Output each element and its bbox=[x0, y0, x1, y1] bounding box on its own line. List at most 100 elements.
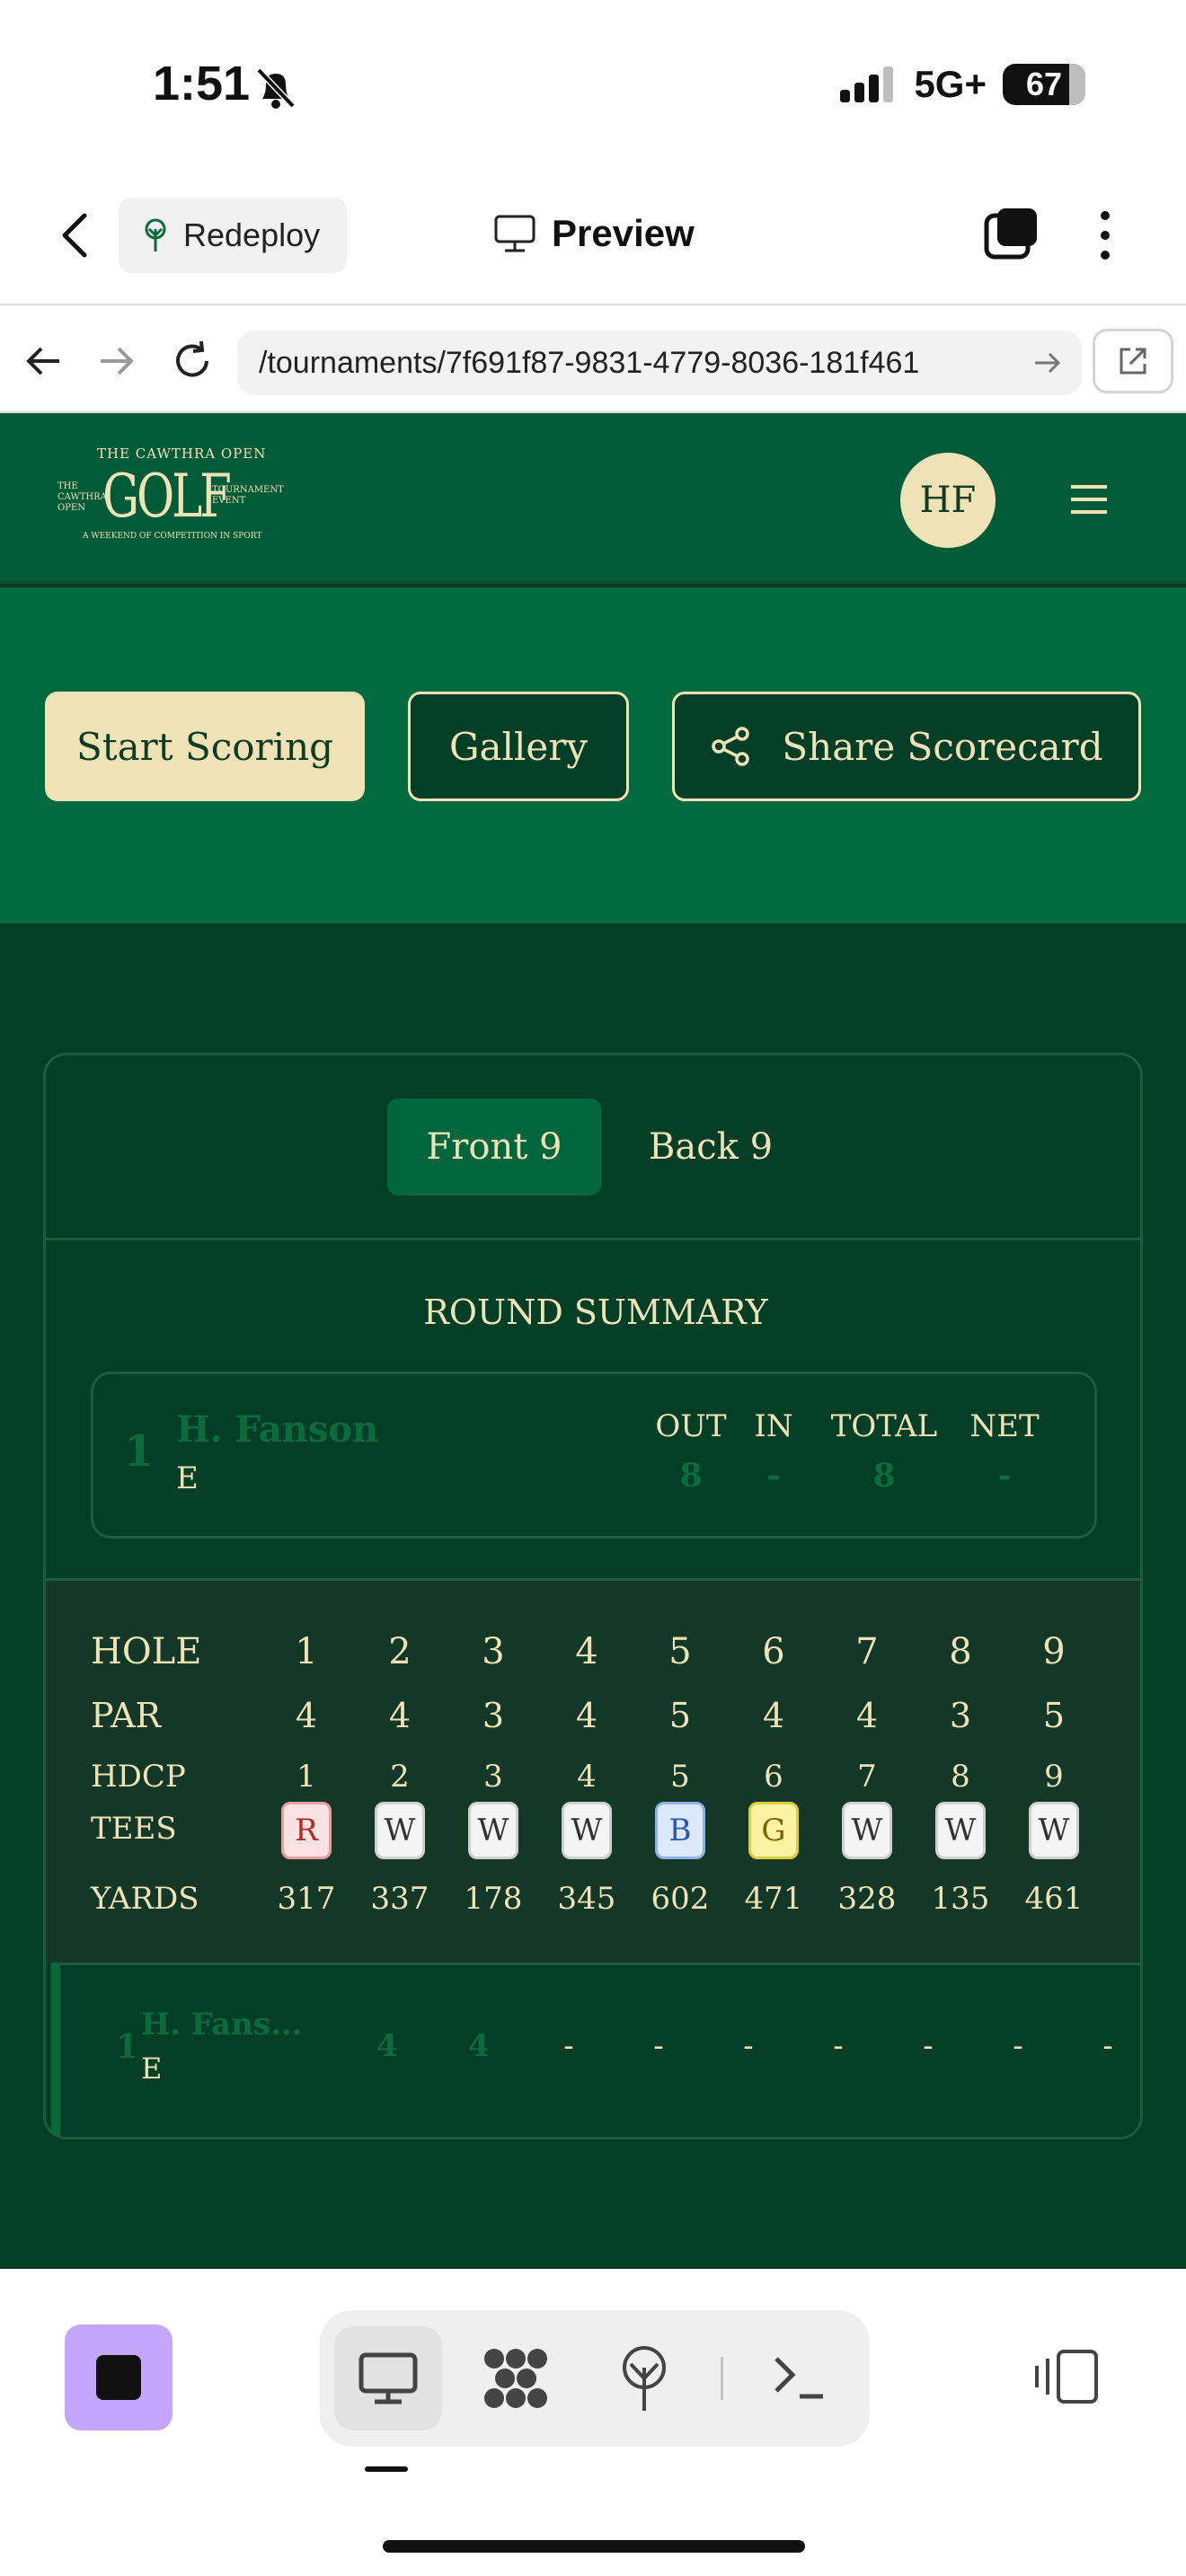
yards-value: 337 bbox=[370, 1881, 429, 1917]
hole-score-cell[interactable]: - bbox=[1072, 2028, 1140, 2064]
arrow-right-icon[interactable] bbox=[97, 341, 137, 381]
tee-badge: W bbox=[842, 1802, 892, 1859]
gallery-label: Gallery bbox=[448, 724, 589, 769]
stop-button[interactable] bbox=[65, 2325, 173, 2430]
hole-number: 9 bbox=[1042, 1631, 1066, 1672]
tournament-logo[interactable]: THE CAWTHRA OPEN THE CAWTHRA OPEN GOLF T… bbox=[58, 446, 284, 553]
hdcp-value: 7 bbox=[857, 1759, 877, 1795]
hole-number: 2 bbox=[388, 1631, 412, 1672]
tab-front-9[interactable]: Front 9 bbox=[387, 1098, 601, 1195]
tee-badge: W bbox=[1029, 1802, 1079, 1859]
hole-number: 7 bbox=[855, 1631, 879, 1672]
redeploy-label: Redeploy bbox=[183, 216, 321, 253]
summary-value-net: - bbox=[997, 1457, 1012, 1495]
par-value: 5 bbox=[1042, 1696, 1066, 1735]
hole-number: 6 bbox=[762, 1631, 785, 1672]
hole-score-cell[interactable]: - bbox=[712, 2028, 784, 2064]
bottom-toolbar bbox=[0, 2269, 1186, 2576]
browser-toolbar: /tournaments/7f691f87-9831-4779-8036-181… bbox=[0, 304, 1186, 413]
open-external-button[interactable] bbox=[1093, 329, 1173, 393]
summary-value-out: 8 bbox=[679, 1457, 703, 1495]
par-value: 3 bbox=[482, 1696, 505, 1735]
par-value: 4 bbox=[388, 1696, 412, 1735]
summary-header-net: NET bbox=[969, 1408, 1040, 1444]
yards-value: 317 bbox=[277, 1881, 336, 1917]
hole-score-cell[interactable]: 4 bbox=[351, 2028, 423, 2064]
tee-badge: W bbox=[935, 1802, 986, 1859]
nine-tabs: Front 9 Back 9 bbox=[46, 1055, 1140, 1240]
tab-back-9[interactable]: Back 9 bbox=[621, 1098, 801, 1195]
avatar-initials: HF bbox=[919, 480, 977, 521]
par-value: 4 bbox=[762, 1696, 785, 1735]
desktop-icon bbox=[358, 2352, 418, 2404]
tee-badge: W bbox=[562, 1802, 612, 1859]
back-chevron-icon[interactable] bbox=[59, 212, 92, 259]
terminal-icon[interactable] bbox=[771, 2351, 827, 2404]
hamburger-icon[interactable] bbox=[1071, 485, 1107, 514]
url-text: /tournaments/7f691f87-9831-4779-8036-181… bbox=[259, 345, 920, 380]
preview-label: Preview bbox=[552, 212, 695, 254]
hole-score-cell[interactable]: - bbox=[892, 2028, 964, 2064]
hole-number: 8 bbox=[949, 1631, 972, 1672]
summary-player-name: H. Fanson bbox=[176, 1408, 379, 1451]
hdcp-value: 6 bbox=[764, 1759, 783, 1795]
site-header: THE CAWTHRA OPEN THE CAWTHRA OPEN GOLF T… bbox=[0, 413, 1186, 584]
tree-icon bbox=[145, 218, 166, 251]
share-scorecard-button[interactable]: Share Scorecard bbox=[672, 692, 1141, 801]
yards-value: 461 bbox=[1024, 1881, 1084, 1917]
reload-icon[interactable] bbox=[171, 340, 214, 383]
player-row-to-par: E bbox=[141, 2051, 163, 2086]
tee-badge: W bbox=[375, 1802, 425, 1859]
summary-header-in: IN bbox=[754, 1408, 793, 1444]
tee-badge: W bbox=[468, 1802, 518, 1859]
row-label-par: PAR bbox=[91, 1696, 162, 1735]
tabs-icon[interactable] bbox=[983, 207, 1039, 262]
tournament-page: THE CAWTHRA OPEN THE CAWTHRA OPEN GOLF T… bbox=[0, 413, 1186, 2269]
battery-icon: 67 bbox=[1003, 64, 1085, 105]
hole-score-cell[interactable]: - bbox=[533, 2028, 605, 2064]
user-avatar[interactable]: HF bbox=[900, 453, 996, 548]
gallery-button[interactable]: Gallery bbox=[408, 692, 629, 801]
tee-badge: B bbox=[655, 1802, 705, 1859]
scorecard-card: Front 9 Back 9 ROUND SUMMARY 1 H. Fanson… bbox=[43, 1053, 1143, 2139]
status-indicators: 5G+ 67 bbox=[840, 63, 1085, 106]
hdcp-value: 4 bbox=[577, 1759, 597, 1795]
logo-top-text: THE CAWTHRA OPEN bbox=[97, 446, 267, 462]
logo-main-text: GOLF bbox=[102, 462, 232, 531]
mode-switcher bbox=[320, 2310, 870, 2447]
hdcp-value: 8 bbox=[951, 1759, 970, 1795]
panel-icon[interactable] bbox=[1033, 2348, 1100, 2405]
hole-score-cell[interactable]: - bbox=[982, 2028, 1054, 2064]
par-value: 3 bbox=[949, 1696, 972, 1735]
desktop-mode-button[interactable] bbox=[334, 2326, 442, 2430]
hole-score-cell[interactable]: - bbox=[623, 2028, 695, 2064]
row-label-yards: YARDS bbox=[91, 1881, 199, 1917]
arrow-left-icon[interactable] bbox=[23, 341, 63, 381]
more-vertical-icon[interactable] bbox=[1094, 208, 1116, 262]
player-score-row[interactable]: 1 H. Fans... E 44------- bbox=[51, 1963, 1140, 2137]
summary-header-total: TOTAL bbox=[830, 1408, 938, 1444]
tee-badge: G bbox=[748, 1802, 799, 1859]
url-field[interactable]: /tournaments/7f691f87-9831-4779-8036-181… bbox=[237, 331, 1082, 395]
hdcp-value: 2 bbox=[390, 1759, 410, 1795]
tee-badge: R bbox=[281, 1802, 332, 1859]
apps-icon[interactable] bbox=[482, 2346, 550, 2411]
go-arrow-icon[interactable] bbox=[1031, 347, 1064, 379]
summary-value-in: - bbox=[766, 1457, 781, 1495]
hole-number: 5 bbox=[668, 1631, 692, 1672]
par-value: 4 bbox=[855, 1696, 879, 1735]
yards-value: 602 bbox=[651, 1881, 710, 1917]
redeploy-button[interactable]: Redeploy bbox=[119, 198, 347, 273]
summary-to-par: E bbox=[176, 1460, 199, 1496]
hole-score-cell[interactable]: - bbox=[802, 2028, 874, 2064]
summary-value-total: 8 bbox=[872, 1457, 896, 1495]
start-scoring-label: Start Scoring bbox=[75, 724, 334, 769]
preview-title[interactable]: Preview bbox=[494, 212, 695, 255]
start-scoring-button[interactable]: Start Scoring bbox=[45, 692, 365, 801]
deploy-icon[interactable] bbox=[616, 2344, 672, 2413]
hole-score-cell[interactable]: 4 bbox=[443, 2028, 515, 2064]
par-value: 4 bbox=[295, 1696, 318, 1735]
open-external-icon bbox=[1120, 348, 1146, 375]
yards-value: 471 bbox=[744, 1881, 803, 1917]
yards-value: 135 bbox=[931, 1881, 990, 1917]
